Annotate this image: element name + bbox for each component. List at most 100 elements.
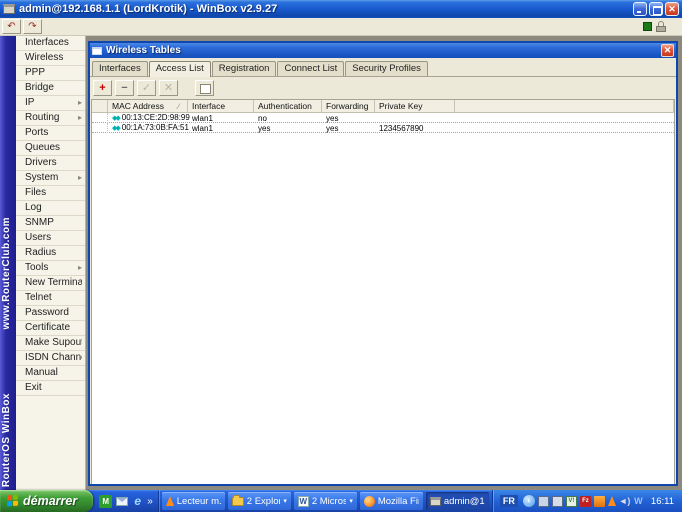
submenu-arrow-icon: ▸ xyxy=(78,261,82,275)
task-word-group[interactable]: W 2 Micros... ▾ xyxy=(294,492,357,510)
access-list-table: MAC Address∕ Interface Authentication Fo… xyxy=(91,99,675,484)
tab-security-profiles[interactable]: Security Profiles xyxy=(345,61,428,76)
sidebar-item-files[interactable]: Files xyxy=(16,186,85,201)
network-icon[interactable] xyxy=(538,496,549,507)
volume-icon[interactable]: ◄) xyxy=(619,496,630,507)
table-row[interactable]: ◆◆00:13:CE:2D:98:99 wlan1 no yes xyxy=(92,113,674,123)
wireless-tables-titlebar[interactable]: Wireless Tables ✕ xyxy=(90,43,676,58)
row-gutter xyxy=(92,113,108,123)
sidebar-item-new-terminal[interactable]: New Terminal xyxy=(16,276,85,291)
filezilla-icon[interactable]: Fz xyxy=(580,496,591,507)
sidebar-item-users[interactable]: Users xyxy=(16,231,85,246)
wireless-tabs: Interfaces Access List Registration Conn… xyxy=(90,58,676,77)
sidebar-item-exit[interactable]: Exit xyxy=(16,381,85,396)
column-header-authentication[interactable]: Authentication xyxy=(254,100,322,112)
sidebar-item-manual[interactable]: Manual xyxy=(16,366,85,381)
disable-entry-button[interactable]: ✕ xyxy=(159,80,178,96)
column-header-interface[interactable]: Interface xyxy=(188,100,254,112)
sidebar-item-tools[interactable]: Tools▸ xyxy=(16,261,85,276)
sidebar-item-ports[interactable]: Ports xyxy=(16,126,85,141)
hide-icons-chevron[interactable]: ‹ xyxy=(523,495,535,507)
sidebar-item-system[interactable]: System▸ xyxy=(16,171,85,186)
app-window-icon xyxy=(3,4,15,14)
mail-icon[interactable] xyxy=(115,495,128,508)
minimize-button[interactable] xyxy=(633,2,647,16)
header-gutter xyxy=(92,100,108,112)
column-header-mac-address[interactable]: MAC Address∕ xyxy=(108,100,188,112)
mdi-area: Wireless Tables ✕ Interfaces Access List… xyxy=(86,36,682,490)
cell-authentication: no xyxy=(254,114,322,123)
wireless-entry-icon: ◆◆ xyxy=(112,125,119,132)
sidebar-item-password[interactable]: Password xyxy=(16,306,85,321)
word-icon: W xyxy=(298,496,309,507)
child-window-title: Wireless Tables xyxy=(106,45,661,56)
winbox-screen: admin@192.168.1.1 (LordKrotik) - WinBox … xyxy=(0,0,682,512)
app-title: admin@192.168.1.1 (LordKrotik) - WinBox … xyxy=(19,3,631,15)
language-indicator[interactable]: FR xyxy=(500,495,518,507)
cell-forwarding: yes xyxy=(322,124,375,133)
enable-entry-button[interactable]: ✓ xyxy=(137,80,156,96)
table-row[interactable]: ◆◆00:1A:73:0B:FA:51 wlan1 yes yes 123456… xyxy=(92,123,674,133)
sidebar-item-make-supout[interactable]: Make Supout.rif xyxy=(16,336,85,351)
sidebar-item-bridge[interactable]: Bridge xyxy=(16,81,85,96)
task-dropdown-icon: ▾ xyxy=(349,497,353,505)
column-header-private-key[interactable]: Private Key xyxy=(375,100,455,112)
sidebar-menu: Interfaces Wireless PPP Bridge IP▸ Routi… xyxy=(16,36,86,490)
child-window-icon xyxy=(92,47,102,55)
winbox-quicklaunch-icon[interactable]: M xyxy=(99,495,112,508)
start-button-label: démarrer xyxy=(23,494,77,508)
folder-icon xyxy=(232,497,244,506)
redo-button[interactable]: ↷ xyxy=(23,19,42,34)
access-list-toolbar: + − ✓ ✕ xyxy=(90,77,676,99)
row-gutter xyxy=(92,123,108,133)
sidebar-item-snmp[interactable]: SNMP xyxy=(16,216,85,231)
vlc-tray-icon[interactable] xyxy=(608,496,616,506)
child-close-button[interactable]: ✕ xyxy=(661,44,674,57)
task-explorer-group[interactable]: 2 Explor... ▾ xyxy=(228,492,291,510)
task-vlc-player[interactable]: Lecteur m... xyxy=(162,492,225,510)
remove-entry-button[interactable]: − xyxy=(115,80,134,96)
download-manager-icon[interactable] xyxy=(594,496,605,507)
sidebar-item-wireless[interactable]: Wireless xyxy=(16,51,85,66)
messenger-icon[interactable]: W xyxy=(633,496,644,507)
internet-explorer-icon[interactable]: e xyxy=(131,495,144,508)
sidebar-item-radius[interactable]: Radius xyxy=(16,246,85,261)
sidebar-item-log[interactable]: Log xyxy=(16,201,85,216)
sidebar-item-isdn-channels[interactable]: ISDN Channels xyxy=(16,351,85,366)
routerclub-branding: www.RouterClub.com xyxy=(1,217,12,330)
cell-authentication: yes xyxy=(254,124,322,133)
tab-access-list[interactable]: Access List xyxy=(149,61,211,77)
taskbar-tasks: Lecteur m... 2 Explor... ▾ W 2 Micros...… xyxy=(159,492,492,510)
sidebar-item-interfaces[interactable]: Interfaces xyxy=(16,36,85,51)
sidebar-item-routing[interactable]: Routing▸ xyxy=(16,111,85,126)
task-firefox[interactable]: Mozilla Fire... xyxy=(360,492,423,510)
start-button[interactable]: démarrer xyxy=(0,490,93,512)
cell-interface: wlan1 xyxy=(188,114,254,123)
system-tray: FR ‹ V! Fz ◄) W 16:11 xyxy=(492,490,682,512)
connection-signal-icon[interactable] xyxy=(552,496,563,507)
task-dropdown-icon: ▾ xyxy=(283,497,287,505)
close-button[interactable]: ✕ xyxy=(665,2,679,16)
column-header-forwarding[interactable]: Forwarding xyxy=(322,100,375,112)
winbox-window-icon xyxy=(430,497,441,506)
submenu-arrow-icon: ▸ xyxy=(78,111,82,125)
quicklaunch-overflow-chevron[interactable]: » xyxy=(147,496,153,507)
undo-button[interactable]: ↶ xyxy=(2,19,21,34)
sidebar-item-queues[interactable]: Queues xyxy=(16,141,85,156)
task-winbox-active[interactable]: admin@19... xyxy=(426,492,489,510)
copy-entry-button[interactable] xyxy=(195,80,214,96)
tab-registration[interactable]: Registration xyxy=(212,61,277,76)
branding-strip: www.RouterClub.com RouterOS WinBox xyxy=(0,36,16,490)
sort-indicator-icon: ∕ xyxy=(178,102,179,111)
sidebar-item-ppp[interactable]: PPP xyxy=(16,66,85,81)
taskbar-clock[interactable]: 16:11 xyxy=(651,496,674,507)
tab-interfaces[interactable]: Interfaces xyxy=(92,61,148,76)
antivirus-icon[interactable]: V! xyxy=(566,496,577,507)
sidebar-item-drivers[interactable]: Drivers xyxy=(16,156,85,171)
sidebar-item-ip[interactable]: IP▸ xyxy=(16,96,85,111)
maximize-button[interactable] xyxy=(649,2,663,16)
sidebar-item-certificate[interactable]: Certificate xyxy=(16,321,85,336)
sidebar-item-telnet[interactable]: Telnet xyxy=(16,291,85,306)
tab-connect-list[interactable]: Connect List xyxy=(277,61,344,76)
add-entry-button[interactable]: + xyxy=(93,80,112,96)
